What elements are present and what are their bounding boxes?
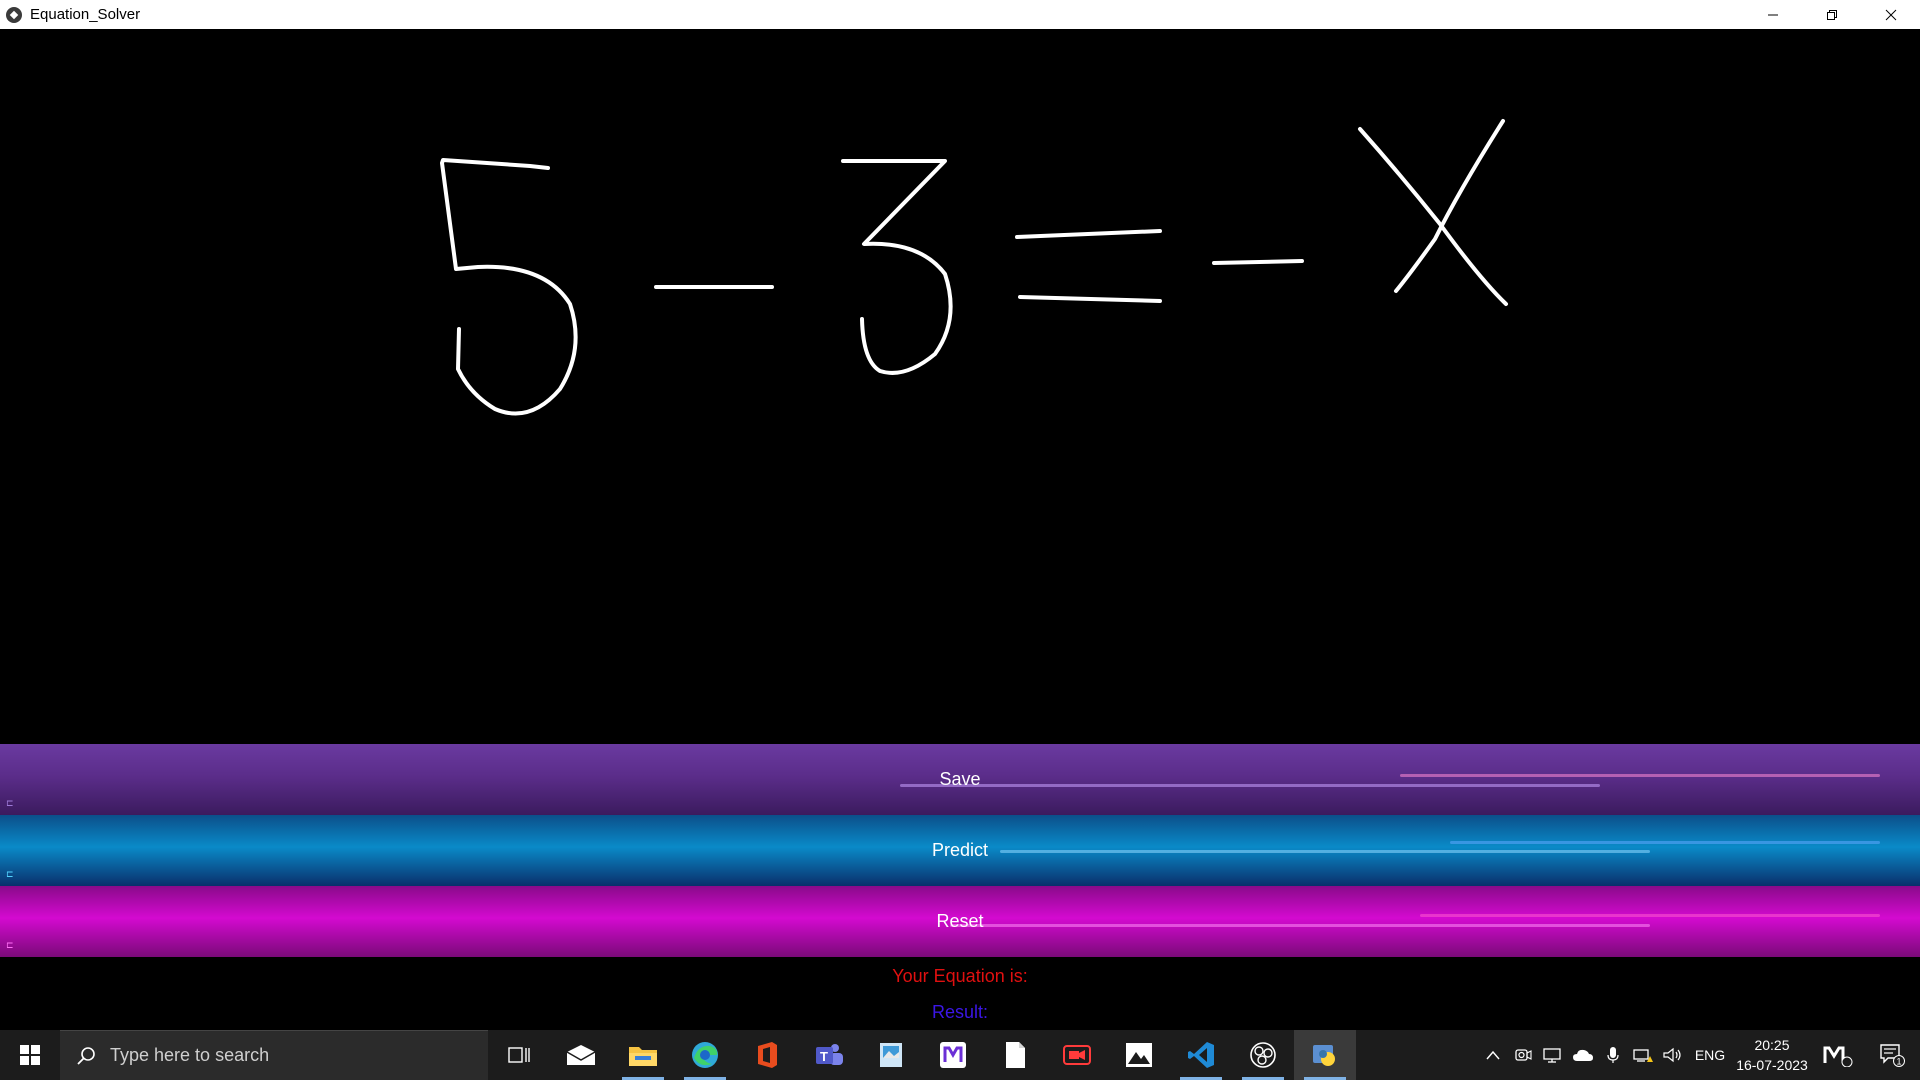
- folder-icon: [629, 1047, 657, 1066]
- microphone-icon: [1607, 1047, 1619, 1063]
- notification-icon: 1: [1880, 1044, 1905, 1067]
- reset-label: Reset: [936, 911, 984, 931]
- restore-icon: [1826, 9, 1837, 20]
- obs-button[interactable]: [1232, 1030, 1294, 1080]
- clock-date: 16-07-2023: [1736, 1057, 1808, 1073]
- show-hidden-icons-button[interactable]: [1478, 1050, 1508, 1060]
- minimize-icon: [1767, 14, 1778, 15]
- decorative-streak: [1450, 841, 1880, 844]
- stroke-minus-2: [1212, 259, 1304, 265]
- tray-app-icon: [1823, 1046, 1853, 1067]
- language-indicator[interactable]: ENG: [1688, 1047, 1732, 1063]
- task-view-button[interactable]: [488, 1030, 550, 1080]
- network-warning-icon: [1633, 1049, 1653, 1062]
- onedrive-button[interactable]: [1568, 1048, 1598, 1062]
- cloud-icon: [1573, 1049, 1593, 1061]
- stroke-digit-5: [440, 158, 578, 416]
- teams-icon: T: [816, 1044, 843, 1065]
- decorative-streak: [1000, 850, 1650, 853]
- search-box[interactable]: Type here to search: [60, 1030, 488, 1080]
- code-app-button[interactable]: [922, 1030, 984, 1080]
- decorative-streak: [950, 924, 1650, 927]
- svg-text:T: T: [820, 1049, 828, 1064]
- photos-viewer-button[interactable]: [860, 1030, 922, 1080]
- notification-count: 1: [1897, 1057, 1902, 1067]
- predict-button[interactable]: ⊏ Predict: [0, 815, 1920, 886]
- stroke-letter-x-2: [1394, 119, 1505, 293]
- predict-label: Predict: [931, 840, 989, 860]
- mail-icon: [566, 1045, 596, 1065]
- image-viewer-icon: [880, 1043, 902, 1067]
- close-button[interactable]: [1861, 0, 1920, 29]
- close-icon: [1885, 9, 1896, 20]
- handwritten-equation: [440, 119, 1508, 416]
- display-button[interactable]: [1538, 1047, 1568, 1063]
- corner-marker: ⊏: [6, 798, 14, 808]
- tray-app-button[interactable]: [1812, 1043, 1864, 1067]
- screen-recorder-button[interactable]: [1046, 1030, 1108, 1080]
- purple-app-icon: [940, 1042, 966, 1068]
- photos-button[interactable]: [1108, 1030, 1170, 1080]
- decorative-streak: [900, 784, 1600, 787]
- stroke-equals-bottom: [1018, 295, 1162, 303]
- notepad-button[interactable]: [984, 1030, 1046, 1080]
- minimize-button[interactable]: [1743, 0, 1802, 29]
- python-button[interactable]: [1294, 1030, 1356, 1080]
- stroke-equals-top: [1015, 229, 1162, 239]
- clock-time: 20:25: [1754, 1037, 1790, 1053]
- chevron-up-icon: [1486, 1050, 1500, 1060]
- corner-marker: ⊏: [6, 940, 14, 950]
- restore-button[interactable]: [1802, 0, 1861, 29]
- corner-marker: ⊏: [6, 869, 14, 879]
- task-view-icon: [508, 1047, 530, 1063]
- office-button[interactable]: [736, 1030, 798, 1080]
- obs-icon: [1250, 1042, 1276, 1068]
- volume-button[interactable]: [1658, 1047, 1688, 1063]
- mail-button[interactable]: [550, 1030, 612, 1080]
- result-label: Result:: [931, 1002, 989, 1022]
- teams-button[interactable]: T: [798, 1030, 860, 1080]
- stroke-digit-3: [841, 159, 953, 375]
- decorative-streak: [1420, 914, 1880, 917]
- clock[interactable]: 20:25 16-07-2023: [1732, 1035, 1812, 1075]
- reset-button[interactable]: ⊏ Reset: [0, 886, 1920, 957]
- taskbar: Type here to search T ENG 20:25 16-07-20…: [0, 1030, 1920, 1080]
- edge-icon: [692, 1042, 718, 1068]
- notification-center-button[interactable]: 1: [1864, 1043, 1920, 1067]
- search-icon: [77, 1046, 95, 1065]
- save-button[interactable]: ⊏ Save: [0, 744, 1920, 815]
- window-title: Equation_Solver: [30, 6, 141, 23]
- app-icon: [6, 6, 22, 23]
- document-icon: [1006, 1042, 1025, 1068]
- vscode-button[interactable]: [1170, 1030, 1232, 1080]
- drawing-canvas[interactable]: [0, 29, 1920, 744]
- equation-label: Your Equation is:: [892, 966, 1028, 986]
- webcam-icon: [1515, 1049, 1532, 1061]
- speaker-icon: [1663, 1047, 1681, 1063]
- meet-now-button[interactable]: [1508, 1047, 1538, 1063]
- vscode-icon: [1188, 1042, 1214, 1068]
- save-label: Save: [939, 769, 981, 789]
- file-explorer-button[interactable]: [612, 1030, 674, 1080]
- window-controls: [1743, 0, 1920, 29]
- decorative-streak: [1400, 774, 1880, 777]
- python-icon: [1313, 1045, 1335, 1066]
- search-placeholder: Type here to search: [110, 1045, 270, 1065]
- start-button[interactable]: [0, 1030, 60, 1080]
- system-tray: ENG 20:25 16-07-2023 1: [1478, 1030, 1920, 1080]
- title-bar: Equation_Solver: [0, 0, 1920, 29]
- windows-logo-icon: [20, 1045, 40, 1065]
- camera-record-icon: [1063, 1045, 1091, 1065]
- office-icon: [758, 1042, 777, 1068]
- microphone-button[interactable]: [1598, 1046, 1628, 1064]
- photos-icon: [1126, 1043, 1152, 1067]
- monitor-icon: [1543, 1048, 1561, 1063]
- edge-button[interactable]: [674, 1030, 736, 1080]
- network-button[interactable]: [1628, 1047, 1658, 1063]
